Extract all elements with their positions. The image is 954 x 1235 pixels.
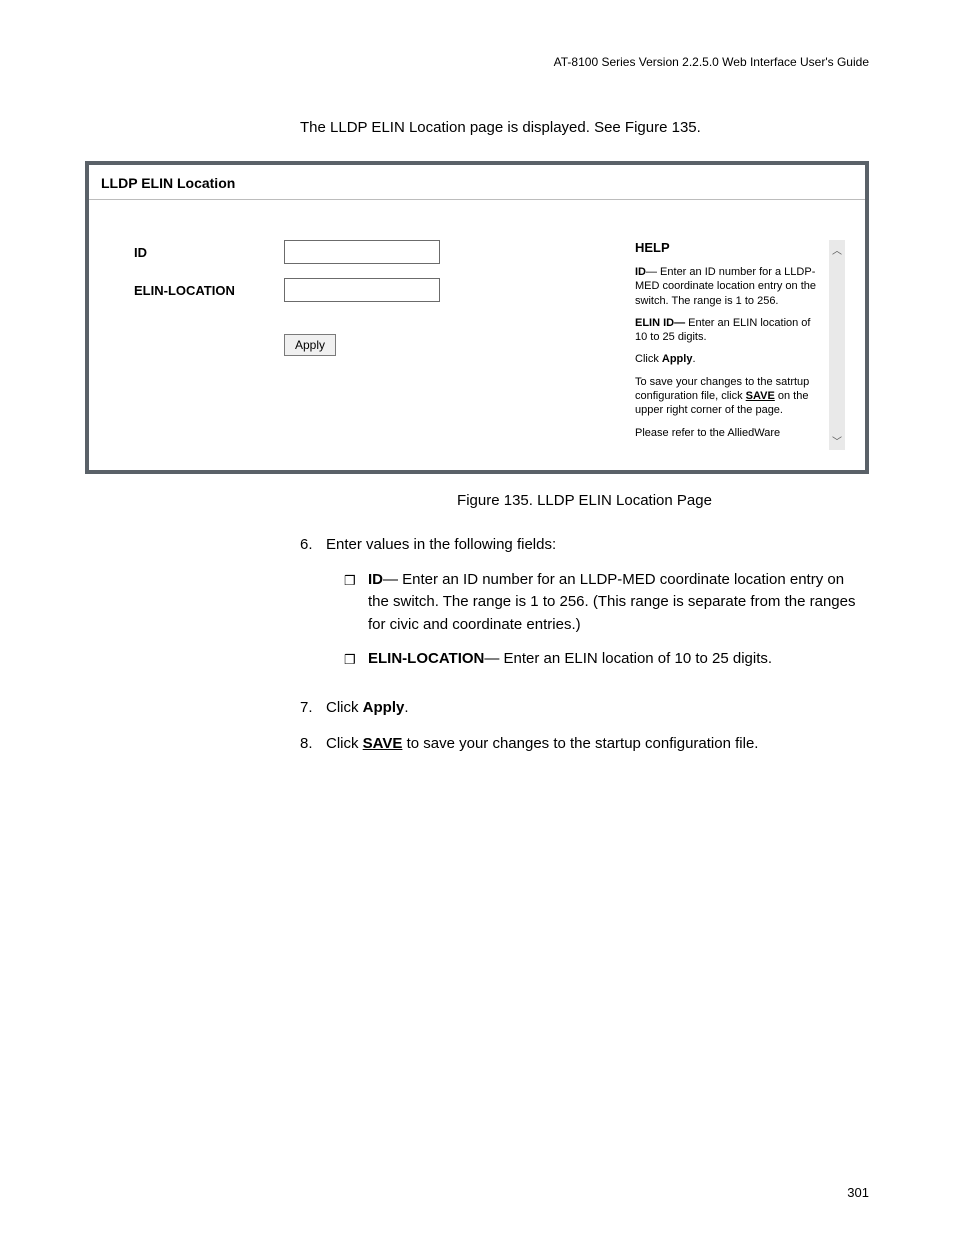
page-header: AT-8100 Series Version 2.2.5.0 Web Inter… [85,55,869,69]
help-title: HELP [635,240,825,255]
screenshot-panel: LLDP ELIN Location ID ELIN-LOCATION Appl… [85,161,869,474]
id-label: ID [134,245,284,260]
step-number: 7. [300,697,326,720]
step-number: 6. [300,534,326,683]
scroll-up-icon[interactable]: ︿ [832,240,842,259]
figure-caption: Figure 135. LLDP ELIN Location Page [300,492,869,509]
bullet-icon: ❒ [344,648,368,671]
help-text-apply: Click Apply. [635,352,825,366]
elin-location-label: ELIN-LOCATION [134,283,284,298]
panel-title: LLDP ELIN Location [89,165,865,200]
help-text-save: To save your changes to the satrtup conf… [635,375,825,418]
help-scrollbar[interactable]: ︿ ﹀ [829,240,845,450]
bullet-icon: ❒ [344,569,368,637]
scroll-down-icon[interactable]: ﹀ [832,431,842,450]
apply-button[interactable]: Apply [284,334,336,356]
bullet-elin: ELIN-LOCATION— Enter an ELIN location of… [368,648,869,671]
step-7-text: Click Apply. [326,697,869,720]
help-text-id: ID— Enter an ID number for a LLDP-MED co… [635,265,825,308]
step-8-text: Click SAVE to save your changes to the s… [326,733,869,756]
intro-text: The LLDP ELIN Location page is displayed… [300,119,869,136]
step-number: 8. [300,733,326,756]
help-text-cutoff: Please refer to the AlliedWare [635,426,825,440]
help-panel: HELP ID— Enter an ID number for a LLDP-M… [635,240,845,450]
step-6-text: Enter values in the following fields: [326,534,869,557]
help-text-elin: ELIN ID— Enter an ELIN location of 10 to… [635,316,825,345]
elin-location-input[interactable] [284,278,440,302]
page-number: 301 [847,1185,869,1200]
bullet-id: ID— Enter an ID number for an LLDP-MED c… [368,569,869,637]
id-input[interactable] [284,240,440,264]
